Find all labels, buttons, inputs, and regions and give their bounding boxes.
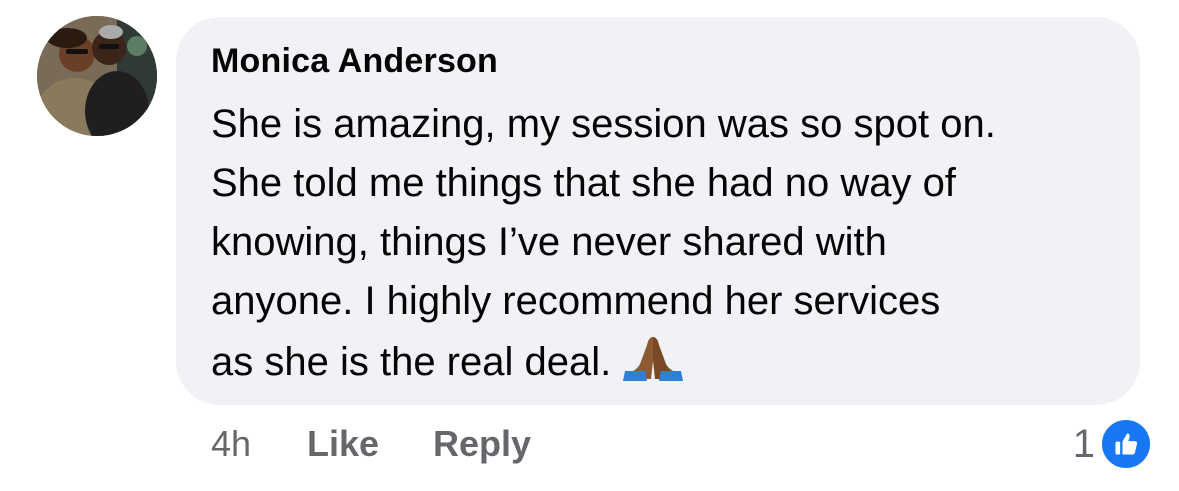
comment-line: as she is the real deal. bbox=[211, 340, 612, 384]
reply-button[interactable]: Reply bbox=[433, 423, 531, 465]
comment: Monica Anderson She is amazing, my sessi… bbox=[0, 0, 1179, 491]
comment-line: knowing, things I’ve never shared with bbox=[211, 220, 887, 264]
reaction-summary[interactable]: 1 bbox=[1072, 417, 1153, 471]
comment-text: She is amazing, my session was so spot o… bbox=[211, 95, 1111, 392]
avatar-photo bbox=[37, 16, 157, 136]
reaction-count: 1 bbox=[1072, 421, 1095, 466]
comment-line: She is amazing, my session was so spot o… bbox=[211, 102, 996, 146]
author-name[interactable]: Monica Anderson bbox=[211, 42, 498, 81]
comment-line: anyone. I highly recommend her services bbox=[211, 279, 941, 323]
comment-last-line: as she is the real deal. bbox=[211, 331, 1111, 392]
avatar[interactable] bbox=[37, 16, 157, 136]
thumbs-up-icon bbox=[1099, 417, 1153, 471]
comment-line: She told me things that she had no way o… bbox=[211, 161, 956, 205]
like-button[interactable]: Like bbox=[307, 423, 379, 465]
folded-hands-icon bbox=[623, 337, 684, 381]
timestamp[interactable]: 4h bbox=[211, 423, 251, 465]
